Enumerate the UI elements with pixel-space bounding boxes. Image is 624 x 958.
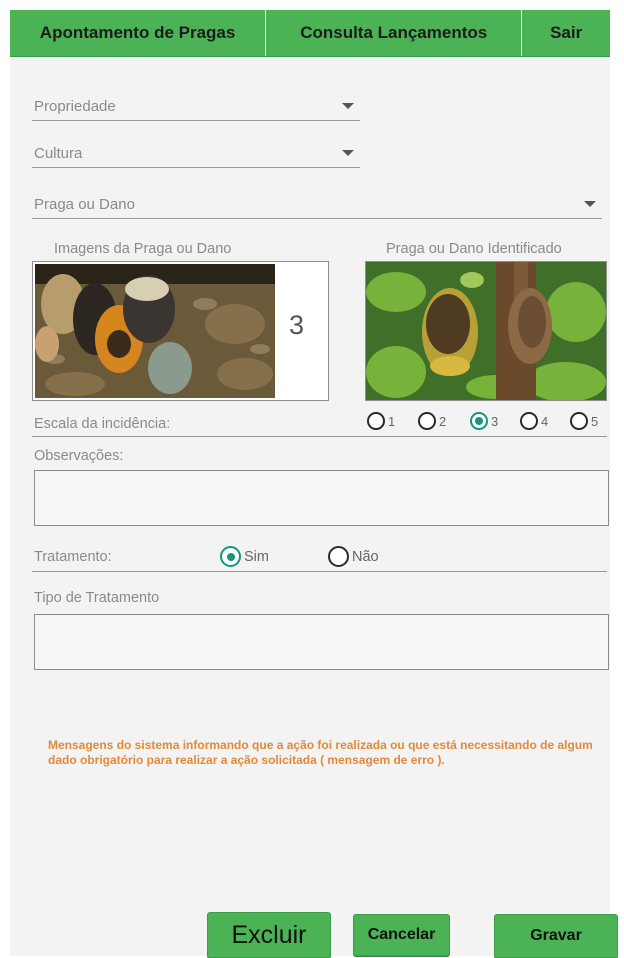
scale-option-label: 3 bbox=[491, 413, 499, 429]
radio-checked-icon[interactable] bbox=[220, 546, 241, 567]
radio-icon[interactable] bbox=[570, 412, 588, 430]
cacao-pod-image bbox=[366, 262, 606, 400]
tratamento-nao-label: Não bbox=[352, 548, 379, 565]
excluir-button[interactable]: Excluir bbox=[207, 912, 331, 958]
praga-select[interactable]: Praga ou Dano bbox=[32, 190, 602, 219]
cultura-label: Cultura bbox=[34, 144, 83, 162]
gravar-button[interactable]: Gravar bbox=[494, 914, 618, 958]
tratamento-sim-option[interactable]: Sim bbox=[220, 546, 269, 567]
tab-consulta-lancamentos[interactable]: Consulta Lançamentos bbox=[266, 10, 523, 56]
scale-option-5[interactable]: 5 bbox=[570, 412, 598, 430]
tratamento-label: Tratamento: bbox=[34, 549, 112, 565]
imagens-label: Imagens da Praga ou Dano bbox=[54, 241, 232, 257]
tratamento-sim-label: Sim bbox=[244, 548, 269, 565]
tab-apontamento-de-pragas[interactable]: Apontamento de Pragas bbox=[10, 10, 267, 56]
tratamento-nao-option[interactable]: Não bbox=[328, 546, 379, 567]
observacoes-label: Observações: bbox=[34, 448, 124, 464]
pest-image bbox=[35, 264, 275, 398]
image-count: 3 bbox=[289, 310, 305, 340]
pest-images-gallery[interactable]: 3 bbox=[32, 261, 329, 401]
chevron-down-icon bbox=[584, 201, 596, 207]
scale-option-3[interactable]: 3 bbox=[470, 412, 498, 430]
radio-icon[interactable] bbox=[328, 546, 349, 567]
system-message: Mensagens do sistema informando que a aç… bbox=[48, 738, 593, 767]
scale-label: Escala da incidência: bbox=[34, 416, 171, 432]
scale-option-label: 4 bbox=[541, 413, 549, 429]
radio-icon[interactable] bbox=[367, 412, 385, 430]
observacoes-textarea[interactable] bbox=[34, 470, 609, 526]
radio-icon[interactable] bbox=[520, 412, 538, 430]
chevron-down-icon bbox=[342, 150, 354, 156]
chevron-down-icon bbox=[342, 103, 354, 109]
tipo-tratamento-label: Tipo de Tratamento bbox=[34, 590, 160, 606]
tratamento-row: Tratamento: bbox=[32, 545, 607, 572]
cancelar-button[interactable]: Cancelar bbox=[353, 914, 450, 956]
radio-checked-icon[interactable] bbox=[470, 412, 488, 430]
propriedade-select[interactable]: Propriedade bbox=[32, 92, 360, 121]
radio-icon[interactable] bbox=[418, 412, 436, 430]
tipo-tratamento-textarea[interactable] bbox=[34, 614, 609, 670]
scale-option-2[interactable]: 2 bbox=[418, 412, 446, 430]
scale-option-label: 2 bbox=[439, 413, 447, 429]
propriedade-label: Propriedade bbox=[34, 97, 116, 115]
cultura-select[interactable]: Cultura bbox=[32, 139, 360, 168]
identificado-label: Praga ou Dano Identificado bbox=[386, 241, 562, 257]
app-window: Apontamento de Pragas Consulta Lançament… bbox=[10, 10, 618, 958]
identified-pest-image bbox=[365, 261, 607, 401]
scale-option-1[interactable]: 1 bbox=[367, 412, 395, 430]
top-nav: Apontamento de Pragas Consulta Lançament… bbox=[10, 10, 610, 57]
scale-option-4[interactable]: 4 bbox=[520, 412, 548, 430]
tab-sair[interactable]: Sair bbox=[522, 10, 610, 56]
praga-label: Praga ou Dano bbox=[34, 195, 135, 213]
scale-option-label: 5 bbox=[591, 413, 599, 429]
scale-option-label: 1 bbox=[388, 413, 396, 429]
